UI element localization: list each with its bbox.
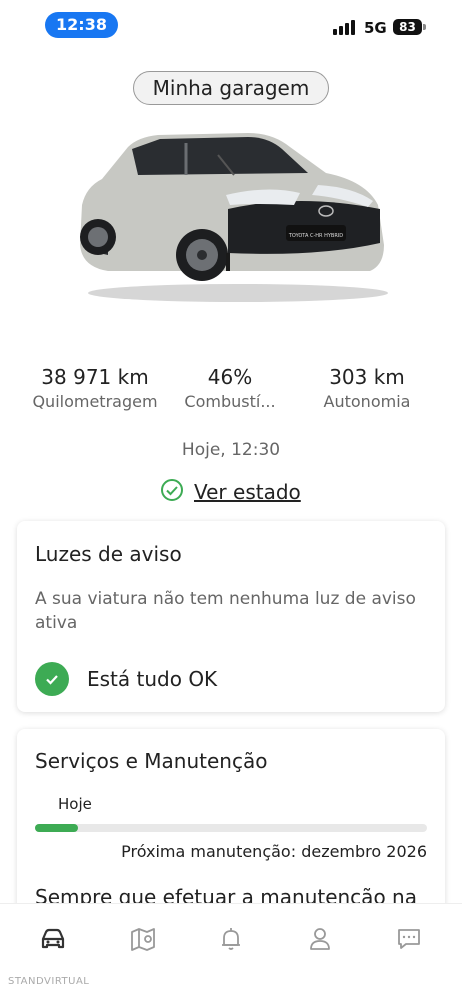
chat-icon[interactable]: [394, 924, 424, 954]
signal-icon: [333, 19, 357, 35]
car-image: TOYOTA C-HR HYBRID: [68, 125, 394, 305]
garage-button[interactable]: Minha garagem: [133, 71, 329, 105]
warning-card-text: A sua viatura não tem nenhuma luz de avi…: [35, 589, 416, 633]
bell-icon[interactable]: [216, 924, 246, 954]
maintenance-progress-bar: [35, 824, 427, 832]
vehicle-stats: 38 971 km Quilometragem 46% Combustí... …: [0, 365, 462, 415]
status-time: 12:38: [45, 12, 118, 38]
network-label: 5G: [364, 19, 387, 37]
status-bar: 12:38 5G 83: [0, 0, 462, 50]
stat-range: 303 km Autonomia: [297, 365, 437, 411]
battery-icon: 83: [393, 19, 426, 35]
service-maintenance-card[interactable]: Serviços e Manutenção Hoje Próxima manut…: [17, 729, 445, 929]
profile-icon[interactable]: [305, 924, 335, 954]
stat-mileage-value: 38 971 km: [41, 365, 149, 389]
stat-range-label: Autonomia: [323, 392, 411, 411]
last-updated: Hoje, 12:30: [181, 440, 281, 460]
view-status-label[interactable]: Ver estado: [194, 480, 301, 504]
map-icon[interactable]: [128, 924, 158, 954]
watermark-logo: STANDVIRTUAL: [8, 976, 90, 987]
warning-lights-card[interactable]: Luzes de aviso A sua viatura não tem nen…: [17, 521, 445, 712]
view-status-link[interactable]: Ver estado: [160, 479, 301, 505]
stat-range-value: 303 km: [329, 365, 405, 389]
stat-mileage-label: Quilometragem: [32, 392, 158, 411]
svg-text:TOYOTA C-HR HYBRID: TOYOTA C-HR HYBRID: [288, 233, 343, 239]
maintenance-progress-fill: [35, 824, 79, 832]
stat-mileage: 38 971 km Quilometragem: [25, 365, 165, 411]
all-ok-row: Está tudo OK: [35, 662, 217, 696]
stat-fuel: 46% Combustí...: [160, 365, 300, 411]
warning-card-title: Luzes de aviso: [35, 542, 182, 566]
ok-check-icon: [35, 662, 69, 696]
next-maintenance-text: Próxima manutenção: dezembro 2026: [121, 842, 427, 861]
stat-fuel-label: Combustí...: [184, 392, 276, 411]
progress-today-label: Hoje: [58, 795, 92, 813]
car-icon[interactable]: [38, 924, 68, 954]
service-card-title: Serviços e Manutenção: [35, 749, 268, 773]
stat-fuel-value: 46%: [207, 365, 253, 389]
check-circle-icon: [160, 478, 184, 506]
all-ok-label: Está tudo OK: [87, 667, 218, 691]
